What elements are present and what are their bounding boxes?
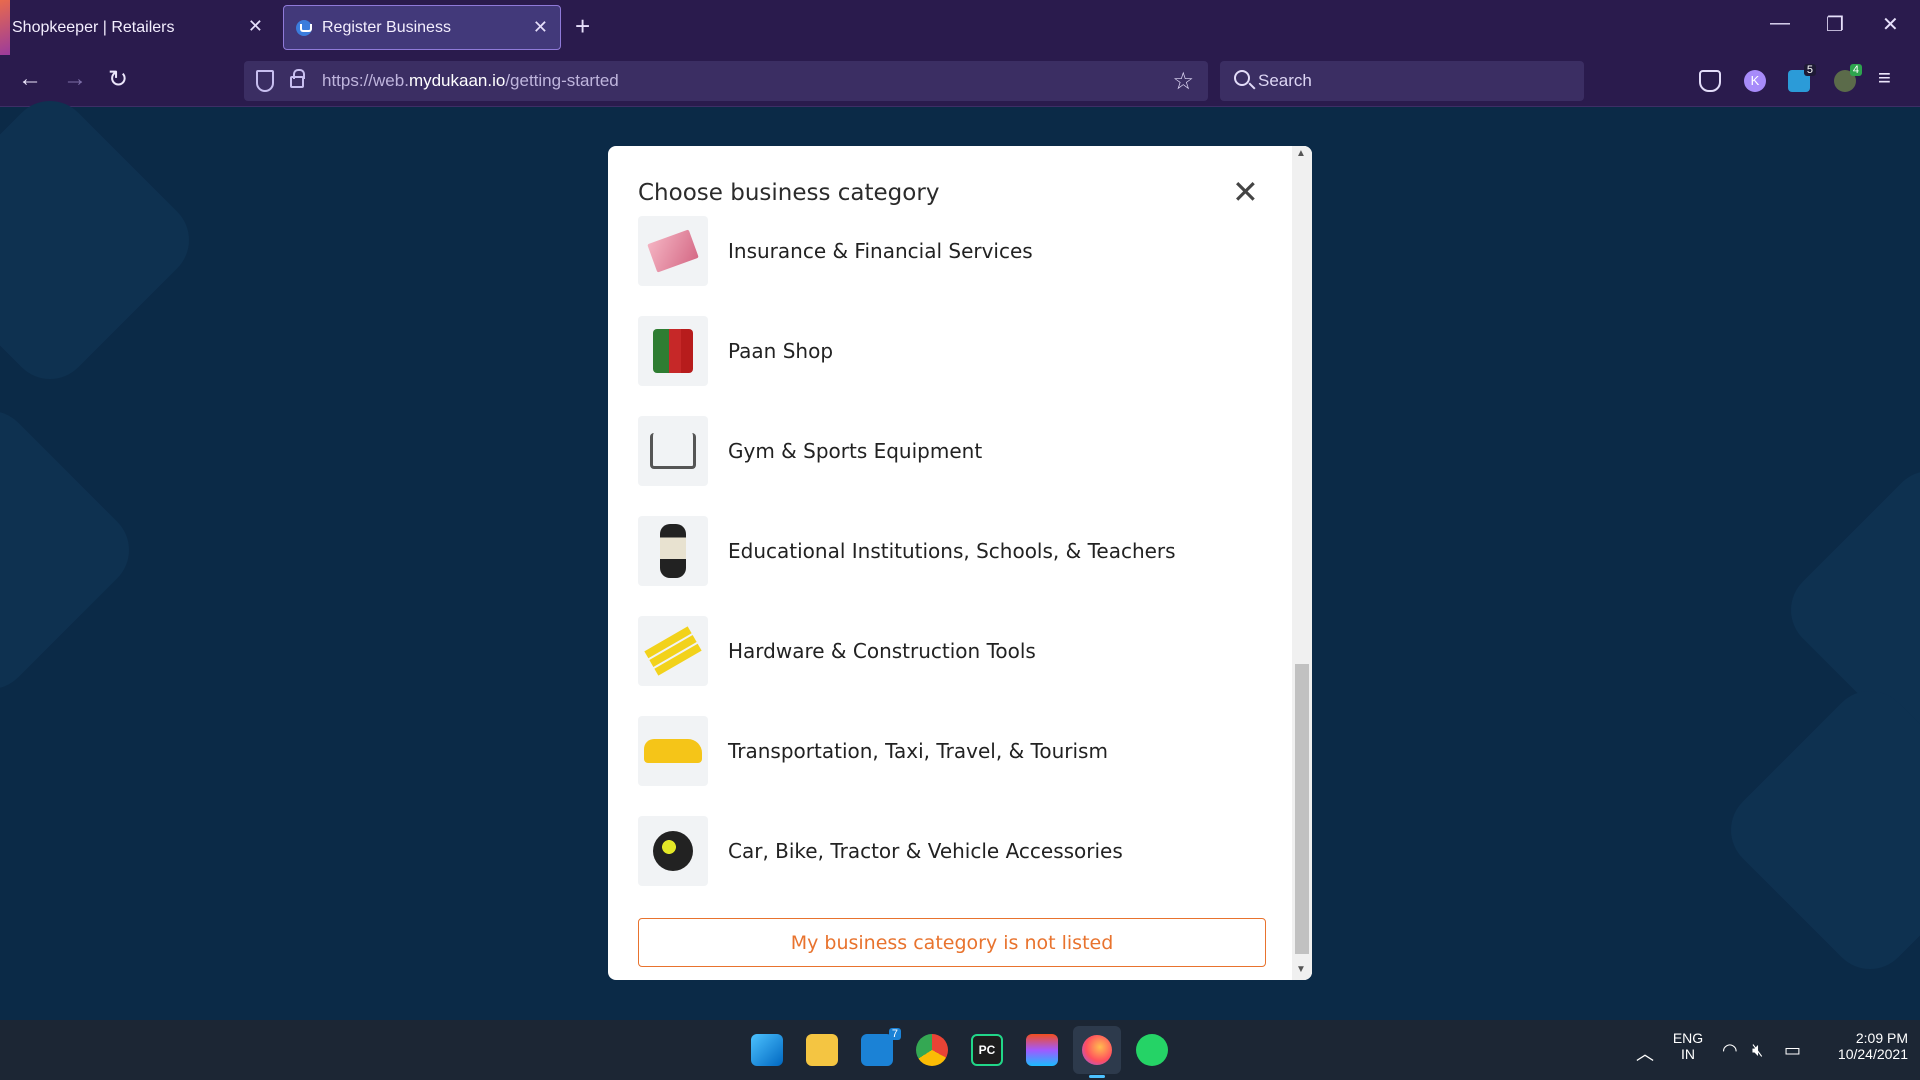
new-tab-icon[interactable]: +	[575, 11, 590, 42]
file-explorer-icon[interactable]	[806, 1034, 838, 1066]
show-hidden-icons-icon[interactable]: ︿	[1636, 1040, 1654, 1066]
category-item-paan-shop[interactable]: Paan Shop	[638, 316, 1266, 386]
pocket-icon[interactable]	[1699, 70, 1721, 92]
scroll-down-icon[interactable]: ▼	[1296, 964, 1306, 975]
dukaan-favicon-icon	[296, 19, 312, 36]
battery-icon[interactable]: ▭	[1784, 1040, 1801, 1061]
pycharm-icon[interactable]: PC	[971, 1034, 1003, 1066]
modal-title: Choose business category	[638, 180, 940, 206]
modal-scrollbar[interactable]: ▲ ▼	[1292, 146, 1312, 980]
extension-badge: 5	[1803, 64, 1816, 76]
clock[interactable]: 2:09 PM 10/24/2021	[1818, 1030, 1908, 1062]
url-text[interactable]: https://web.mydukaan.io/getting-started	[322, 71, 619, 91]
helmet-icon	[638, 816, 708, 886]
category-item-vehicle-accessories[interactable]: Car, Bike, Tractor & Vehicle Accessories	[638, 816, 1266, 886]
chrome-icon[interactable]	[916, 1034, 948, 1066]
bookmark-star-icon[interactable]: ☆	[1172, 67, 1194, 96]
search-bar[interactable]: Search	[1220, 61, 1584, 101]
category-label: Paan Shop	[728, 339, 834, 363]
language-indicator[interactable]: ENG IN	[1668, 1030, 1708, 1062]
volume-muted-icon[interactable]: 🔇︎	[1752, 1040, 1763, 1061]
whatsapp-icon[interactable]	[1136, 1034, 1168, 1066]
category-label: Insurance & Financial Services	[728, 239, 1033, 263]
forward-icon[interactable]: →	[63, 65, 87, 93]
background-shape	[1714, 674, 1920, 986]
tab-label: Register Business	[322, 18, 451, 36]
paan-icon	[638, 316, 708, 386]
gym-icon	[638, 416, 708, 486]
business-category-modal: Choose business category ✕ Insurance & F…	[608, 146, 1312, 980]
tools-icon	[638, 616, 708, 686]
taskbar: 7 PC ︿ ENG IN ◠ 🔇︎ ▭ 2:09 PM 10/24/2021	[0, 1020, 1920, 1080]
category-item-insurance[interactable]: Insurance & Financial Services	[638, 216, 1266, 286]
taxi-icon	[638, 716, 708, 786]
active-indicator	[1089, 1075, 1105, 1078]
tab-close-icon[interactable]: ✕	[248, 16, 263, 37]
tab-bar: Shopkeeper | Retailers ✕ Register Busine…	[0, 0, 1920, 55]
mail-badge: 7	[888, 1028, 901, 1040]
windows-start-icon[interactable]	[751, 1034, 783, 1066]
tab-close-icon[interactable]: ✕	[533, 17, 548, 38]
category-item-hardware[interactable]: Hardware & Construction Tools	[638, 616, 1266, 686]
nav-bar: ← → ↻ https://web.mydukaan.io/getting-st…	[0, 55, 1920, 107]
extension-icon[interactable]: 5	[1788, 64, 1816, 92]
scroll-thumb[interactable]	[1295, 664, 1309, 954]
reload-icon[interactable]: ↻	[108, 65, 128, 94]
figma-icon[interactable]	[1026, 1034, 1058, 1066]
extension-badge: 4	[1849, 64, 1862, 76]
not-listed-button[interactable]: My business category is not listed	[638, 918, 1266, 967]
category-label: Transportation, Taxi, Travel, & Tourism	[728, 739, 1108, 763]
firefox-icon[interactable]	[1073, 1026, 1121, 1078]
search-icon	[1234, 70, 1250, 86]
scroll-up-icon[interactable]: ▲	[1296, 148, 1306, 159]
mail-icon[interactable]: 7	[861, 1028, 901, 1066]
search-placeholder: Search	[1258, 71, 1312, 90]
tab-label: Shopkeeper | Retailers	[12, 18, 175, 36]
account-avatar-icon[interactable]: K	[1744, 70, 1766, 92]
menu-icon[interactable]: ≡	[1878, 65, 1891, 91]
category-item-transportation[interactable]: Transportation, Taxi, Travel, & Tourism	[638, 716, 1266, 786]
category-label: Hardware & Construction Tools	[728, 639, 1036, 663]
tab-shopkeeper[interactable]: Shopkeeper | Retailers ✕	[0, 5, 277, 50]
background-shape	[0, 394, 146, 706]
tab-register-business[interactable]: Register Business ✕	[283, 5, 561, 50]
lock-icon[interactable]	[290, 69, 305, 88]
extension-icon[interactable]: 4	[1834, 64, 1862, 92]
minimize-icon[interactable]: —	[1770, 12, 1790, 35]
url-bar[interactable]: https://web.mydukaan.io/getting-started …	[244, 61, 1208, 101]
restore-icon[interactable]: ❐	[1826, 12, 1844, 37]
money-icon	[638, 216, 708, 286]
category-label: Gym & Sports Equipment	[728, 439, 983, 463]
category-item-education[interactable]: Educational Institutions, Schools, & Tea…	[638, 516, 1266, 586]
category-item-gym[interactable]: Gym & Sports Equipment	[638, 416, 1266, 486]
teacher-icon	[638, 516, 708, 586]
background-shape	[0, 84, 206, 396]
back-icon[interactable]: ←	[18, 65, 42, 93]
window-close-icon[interactable]: ✕	[1882, 12, 1899, 37]
category-label: Educational Institutions, Schools, & Tea…	[728, 539, 1176, 563]
close-icon[interactable]: ✕	[1232, 176, 1259, 208]
shield-icon[interactable]	[256, 70, 274, 92]
firefox-logo	[1082, 1035, 1112, 1065]
category-label: Car, Bike, Tractor & Vehicle Accessories	[728, 839, 1123, 863]
wifi-icon[interactable]: ◠	[1722, 1040, 1738, 1061]
